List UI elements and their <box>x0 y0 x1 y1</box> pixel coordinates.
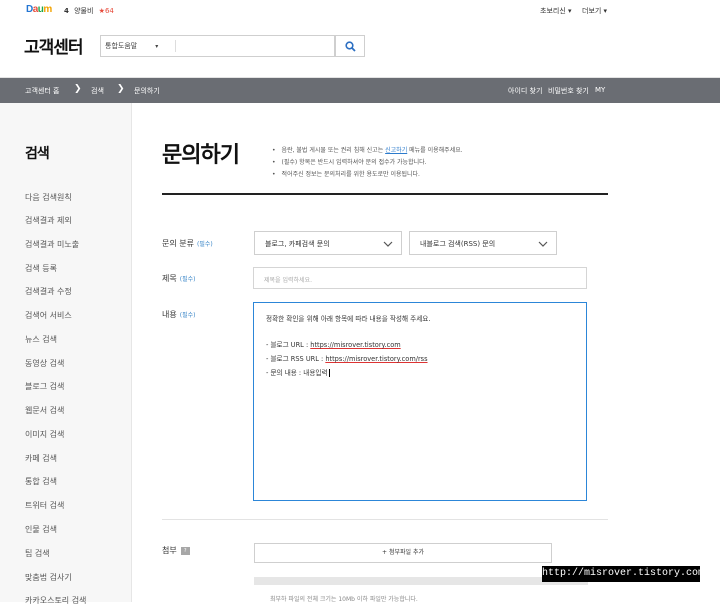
help-icon[interactable]: ? <box>180 546 190 555</box>
subject-label-text: 제목 <box>162 274 177 283</box>
content-text: - 문의 내용 : 내용입력 <box>266 369 328 377</box>
breadcrumb-search[interactable]: 검색 <box>91 86 104 96</box>
chevron-down-icon: ▾ <box>155 43 159 50</box>
top-link-user-menu[interactable]: 초보리신 ▾ <box>540 6 572 16</box>
add-attachment-button[interactable]: + 첨부파일 추가 <box>254 543 552 563</box>
chevron-down-icon <box>383 241 393 247</box>
content-label: 내용 (필수) <box>162 309 195 320</box>
search-button[interactable] <box>335 35 365 57</box>
breadcrumb-inquiry[interactable]: 문의하기 <box>134 86 160 96</box>
content-line: - 블로그 URL : https://misrover.tistory.com <box>266 339 401 349</box>
text-cursor <box>328 369 330 377</box>
content-line: - 문의 내용 : 내용입력 <box>266 367 330 377</box>
sidebar-item[interactable]: 팁 검색 <box>25 548 50 559</box>
notice-text: 음란, 불법 게시물 또는 권리 침해 신고는 <box>281 147 386 154</box>
my-link[interactable]: MY <box>595 86 605 94</box>
search-icon <box>345 41 356 52</box>
category-label: 문의 분류 (필수) <box>162 238 213 249</box>
sidebar-item[interactable]: 카페 검색 <box>25 453 57 464</box>
notice-text: (필수) 항목은 반드시 입력하셔야 문의 접수가 가능합니다. <box>281 159 427 166</box>
top-header: Daum 4 양물비 ★64 초보리신 ▾ 더보기 ▾ 고객센터 통합도움말 ▾ <box>0 0 720 78</box>
search-scope-label: 통합도움말 <box>105 42 138 50</box>
attach-label: 첨부? <box>162 545 190 556</box>
bullet: • <box>272 171 276 178</box>
blog-url: https://misrover.tistory.com <box>310 341 401 349</box>
sidebar-item[interactable]: 웹문서 검색 <box>25 405 64 416</box>
chevron-right-icon: ❯ <box>74 84 82 94</box>
category-select-2-value: 내블로그 검색(RSS) 문의 <box>420 240 496 248</box>
sidebar-item[interactable]: 검색 등록 <box>25 263 57 274</box>
sidebar-item[interactable]: 통합 검색 <box>25 476 57 487</box>
daum-logo[interactable]: Daum <box>26 4 56 18</box>
divider <box>175 40 176 52</box>
sidebar-item[interactable]: 인물 검색 <box>25 524 57 535</box>
search-scope-select[interactable]: 통합도움말 ▾ <box>105 41 158 51</box>
required-tag: (필수) <box>179 276 196 283</box>
service-title[interactable]: 고객센터 <box>24 33 84 58</box>
sidebar-title: 검색 <box>25 146 50 162</box>
divider <box>162 193 608 195</box>
required-tag: (필수) <box>196 241 213 248</box>
notice-item: • (필수) 항목은 반드시 입력하셔야 문의 접수가 가능합니다. <box>272 157 427 166</box>
content-label-text: 내용 <box>162 310 177 319</box>
watermark: http://misrover.tistory.com <box>542 566 704 582</box>
content-text: 정확한 확인을 위해 아래 항목에 따라 내용을 작성해 주세요. <box>266 315 431 323</box>
category-select-1-value: 블로그, 카페검색 문의 <box>265 240 330 248</box>
logo-letter: m <box>43 4 52 15</box>
sidebar-item[interactable]: 블로그 검색 <box>25 381 64 392</box>
sidebar-item[interactable]: 이미지 검색 <box>25 429 64 440</box>
sidebar-item[interactable]: 검색어 서비스 <box>25 310 72 321</box>
page-title: 문의하기 <box>162 143 240 168</box>
find-id-link[interactable]: 아이디 찾기 <box>508 86 542 96</box>
logo-letter: D <box>26 4 33 15</box>
notice-text: 메뉴를 이용해주세요. <box>407 147 463 154</box>
subject-label: 제목 (필수) <box>162 273 195 284</box>
category-select-1[interactable]: 블로그, 카페검색 문의 <box>254 231 402 255</box>
breadcrumb-home[interactable]: 고객센터 홈 <box>25 86 59 96</box>
attachment-list <box>254 577 588 585</box>
subject-input[interactable]: 제목을 입력하세요. <box>253 267 587 289</box>
sidebar-item[interactable]: 검색결과 수정 <box>25 286 72 297</box>
top-link-more[interactable]: 더보기 ▾ <box>582 6 607 16</box>
sidebar-item[interactable]: 검색결과 미노출 <box>25 239 79 250</box>
report-link[interactable]: 신고하기 <box>385 147 407 154</box>
breadcrumb-bar: 고객센터 홈 ❯ 검색 ❯ 문의하기 아이디 찾기 비밀번호 찾기 MY <box>0 78 720 103</box>
content-line: 정확한 확인을 위해 아래 항목에 따라 내용을 작성해 주세요. <box>266 313 430 323</box>
subject-placeholder: 제목을 입력하세요. <box>264 277 312 284</box>
notice-text: 적어주신 정보는 문의처리를 위한 용도로만 이용됩니다. <box>281 171 420 178</box>
sidebar-item[interactable]: 뉴스 검색 <box>25 334 57 345</box>
divider <box>162 519 608 520</box>
bullet: • <box>272 147 276 154</box>
chevron-down-icon <box>538 241 548 247</box>
user-rank: ★64 <box>98 7 114 15</box>
user-info[interactable]: 4 양물비 ★64 <box>64 6 114 16</box>
attach-label-text: 첨부 <box>162 546 177 555</box>
user-number: 4 <box>64 7 69 15</box>
content-text: - 블로그 URL : <box>266 341 311 349</box>
required-tag: (필수) <box>179 312 196 319</box>
content-text: - 블로그 RSS URL : <box>266 355 326 363</box>
category-select-2[interactable]: 내블로그 검색(RSS) 문의 <box>409 231 557 255</box>
find-password-link[interactable]: 비밀번호 찾기 <box>548 86 589 96</box>
notice-item: • 적어주신 정보는 문의처리를 위한 용도로만 이용됩니다. <box>272 169 420 178</box>
content-textarea[interactable]: 정확한 확인을 위해 아래 항목에 따라 내용을 작성해 주세요. - 블로그 … <box>253 302 587 501</box>
sidebar-item[interactable]: 검색결과 제외 <box>25 215 72 226</box>
category-label-text: 문의 분류 <box>162 239 194 248</box>
sidebar-item[interactable]: 카카오스토리 검색 <box>25 595 86 606</box>
user-name: 양물비 <box>74 7 94 15</box>
notice-item: • 음란, 불법 게시물 또는 권리 침해 신고는 신고하기 메뉴를 이용해주세요… <box>272 145 463 154</box>
chevron-right-icon: ❯ <box>117 84 125 94</box>
content-line: - 블로그 RSS URL : https://misrover.tistory… <box>266 353 428 363</box>
bullet: • <box>272 159 276 166</box>
sidebar-item[interactable]: 다음 검색원칙 <box>25 192 72 203</box>
search-box: 통합도움말 ▾ <box>100 35 335 57</box>
sidebar-item[interactable]: 트위터 검색 <box>25 500 64 511</box>
sidebar-item[interactable]: 동영상 검색 <box>25 358 64 369</box>
sidebar-item[interactable]: 맞춤법 검사기 <box>25 572 72 583</box>
rss-url: https://misrover.tistory.com/rss <box>325 355 428 363</box>
sidebar: 검색 다음 검색원칙 검색결과 제외 검색결과 미노출 검색 등록 검색결과 수… <box>0 103 132 605</box>
